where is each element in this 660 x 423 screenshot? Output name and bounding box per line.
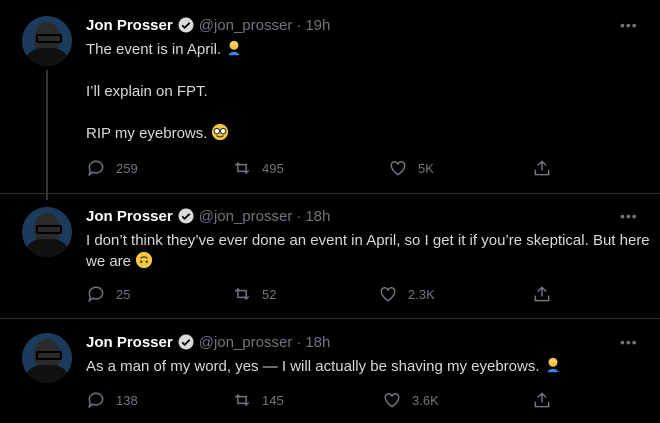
heart-icon bbox=[384, 392, 400, 408]
tweet-paragraph: RIP my eyebrows. bbox=[86, 123, 652, 144]
tweet-paragraph: As a man of my word, yes — I will actual… bbox=[86, 356, 652, 377]
like-count: 2.3K bbox=[408, 286, 435, 302]
verified-badge-icon bbox=[178, 208, 194, 224]
retweet-button[interactable]: 495 bbox=[232, 158, 284, 178]
timestamp[interactable]: 18h bbox=[305, 334, 330, 351]
avatar[interactable] bbox=[22, 333, 72, 383]
retweet-icon bbox=[234, 161, 250, 175]
like-count: 3.6K bbox=[412, 392, 439, 408]
retweet-icon bbox=[234, 287, 250, 301]
author-name[interactable]: Jon Prosser bbox=[86, 334, 173, 351]
share-button[interactable] bbox=[532, 390, 562, 410]
verified-badge-icon bbox=[178, 17, 194, 33]
retweet-button[interactable]: 145 bbox=[232, 390, 284, 410]
avatar[interactable] bbox=[22, 16, 72, 66]
share-icon bbox=[534, 160, 550, 176]
tweet-paragraph: The event is in April. bbox=[86, 39, 652, 60]
share-icon bbox=[534, 392, 550, 408]
person-facepalm-emoji bbox=[547, 357, 558, 373]
reply-icon bbox=[88, 392, 104, 409]
tweet-divider bbox=[0, 318, 660, 319]
reply-icon bbox=[88, 160, 104, 177]
author-name[interactable]: Jon Prosser bbox=[86, 17, 173, 34]
tweet-actions: 259 495 5K bbox=[86, 158, 556, 180]
tweet-text: The event is in April. I’ll explain on F… bbox=[86, 39, 652, 144]
thread-connector bbox=[46, 70, 48, 200]
verified-badge-icon bbox=[178, 334, 194, 350]
tweet-divider bbox=[0, 193, 660, 194]
timestamp[interactable]: 18h bbox=[305, 208, 330, 225]
like-button[interactable]: 5K bbox=[388, 158, 434, 178]
separator-dot: · bbox=[296, 333, 302, 351]
more-options-icon[interactable]: ••• bbox=[620, 17, 638, 33]
more-options-icon[interactable]: ••• bbox=[620, 208, 638, 224]
like-button[interactable]: 3.6K bbox=[382, 390, 439, 410]
reply-icon bbox=[88, 286, 104, 303]
tweet-actions: 25 52 2.3K bbox=[86, 284, 556, 306]
like-button[interactable]: 2.3K bbox=[378, 284, 435, 304]
reply-button[interactable]: 138 bbox=[86, 390, 138, 410]
more-options-icon[interactable]: ••• bbox=[620, 334, 638, 350]
share-button[interactable] bbox=[532, 284, 562, 304]
separator-dot: · bbox=[296, 207, 302, 225]
author-handle[interactable]: @jon_prosser bbox=[199, 208, 293, 225]
retweet-icon bbox=[234, 393, 250, 407]
upside-down-face-emoji bbox=[135, 251, 153, 269]
tweet-text: As a man of my word, yes — I will actual… bbox=[86, 356, 652, 377]
reply-button[interactable]: 259 bbox=[86, 158, 138, 178]
tweet-paragraph: I’ll explain on FPT. bbox=[86, 83, 208, 100]
reply-count: 25 bbox=[116, 286, 131, 302]
retweet-button[interactable]: 52 bbox=[232, 284, 276, 304]
author-handle[interactable]: @jon_prosser bbox=[199, 17, 293, 34]
tweet-paragraph: I don’t think they’ve ever done an event… bbox=[86, 232, 650, 270]
share-button[interactable] bbox=[532, 158, 562, 178]
share-icon bbox=[534, 286, 550, 302]
reply-count: 138 bbox=[116, 392, 138, 408]
tweet-text: I don’t think they’ve ever done an event… bbox=[86, 230, 652, 272]
author-name[interactable]: Jon Prosser bbox=[86, 208, 173, 225]
avatar[interactable] bbox=[22, 207, 72, 257]
nerd-face-emoji bbox=[212, 123, 229, 141]
reply-button[interactable]: 25 bbox=[86, 284, 130, 304]
reply-count: 259 bbox=[116, 160, 138, 176]
heart-icon bbox=[390, 160, 406, 176]
like-count: 5K bbox=[418, 160, 434, 176]
heart-icon bbox=[380, 286, 396, 302]
timestamp[interactable]: 19h bbox=[305, 17, 330, 34]
retweet-count: 495 bbox=[262, 160, 284, 176]
separator-dot: · bbox=[296, 16, 302, 34]
person-facepalm-emoji bbox=[228, 40, 240, 56]
retweet-count: 145 bbox=[262, 392, 284, 408]
tweet-actions: 138 145 3.6K bbox=[86, 390, 556, 412]
author-handle[interactable]: @jon_prosser bbox=[199, 334, 293, 351]
retweet-count: 52 bbox=[262, 286, 277, 302]
